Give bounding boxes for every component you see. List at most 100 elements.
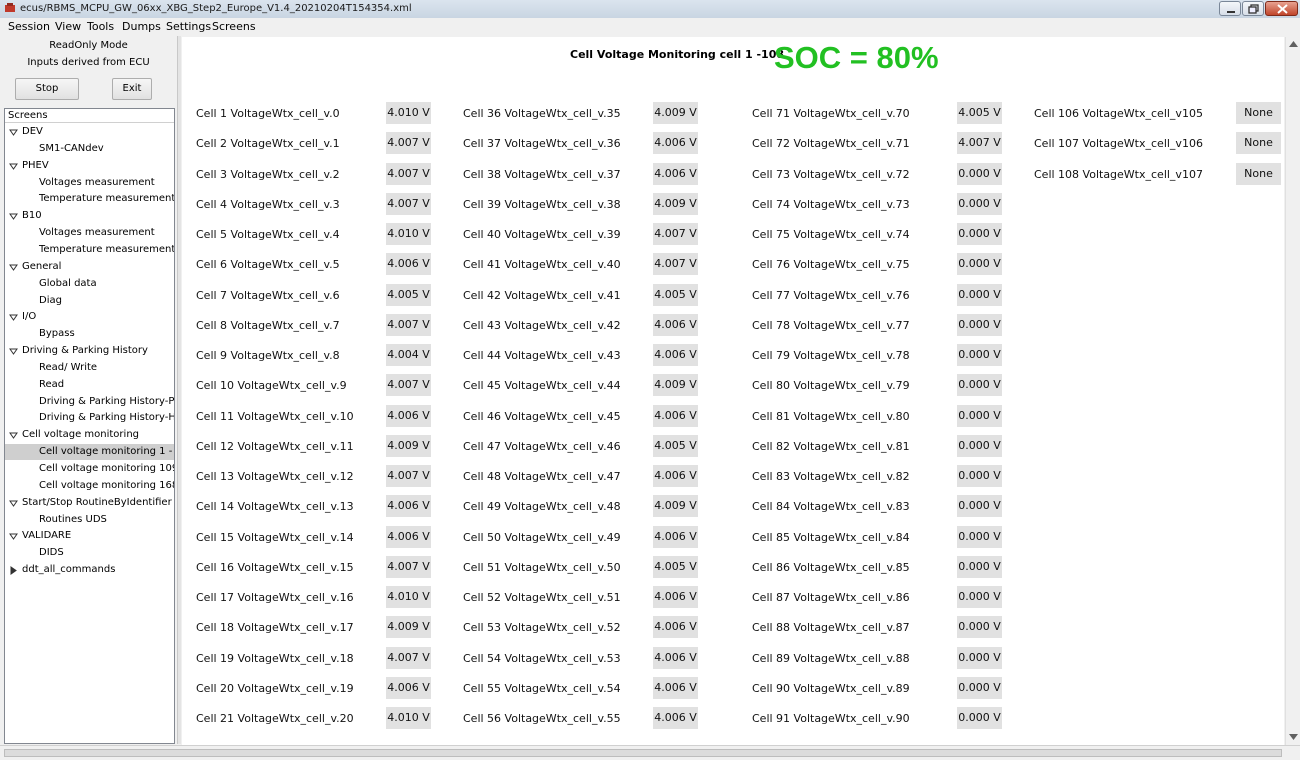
expand-arrow-icon[interactable]	[9, 128, 18, 137]
tree-item[interactable]: Routines UDS	[5, 512, 174, 528]
tree-item[interactable]: Voltages measurement	[5, 225, 174, 241]
minimize-button[interactable]	[1219, 1, 1241, 16]
tree-item-label: Global data	[39, 277, 97, 289]
cell-label: Cell 11 VoltageWtx_cell_v.10	[196, 409, 354, 423]
cell-label: Cell 46 VoltageWtx_cell_v.45	[463, 409, 621, 423]
tree-item-label: Cell voltage monitoring	[22, 429, 140, 441]
tree-item[interactable]: Global data	[5, 276, 174, 292]
tree-item-label: Voltages measurement	[39, 176, 155, 188]
cell-label: Cell 20 VoltageWtx_cell_v.19	[196, 681, 354, 695]
cell-label: Cell 42 VoltageWtx_cell_v.41	[463, 288, 621, 302]
tree-group[interactable]: DEV	[5, 124, 174, 140]
horizontal-scrollbar[interactable]	[0, 745, 1300, 760]
maximize-button[interactable]	[1242, 1, 1264, 16]
cell-label: Cell 4 VoltageWtx_cell_v.3	[196, 197, 340, 211]
control-panel: ReadOnly Mode Inputs derived from ECU St…	[3, 36, 174, 108]
window-title: ecus/RBMS_MCPU_GW_06xx_XBG_Step2_Europe_…	[20, 3, 412, 14]
tree-group[interactable]: Start/Stop RoutineByIdentifier ($31)	[5, 495, 174, 511]
cell-label: Cell 53 VoltageWtx_cell_v.52	[463, 621, 621, 635]
menu-screens[interactable]: Screens	[212, 20, 256, 33]
cell-voltage-value: 4.005 V	[652, 554, 699, 579]
tree-item[interactable]: Voltages measurement	[5, 175, 174, 191]
tree-item[interactable]: Driving & Parking History-PHEV	[5, 394, 174, 410]
cell-voltage-value: 0.000 V	[956, 191, 1003, 216]
tree-item[interactable]: Cell voltage monitoring 1 - 108	[5, 444, 174, 461]
cell-label: Cell 55 VoltageWtx_cell_v.54	[463, 681, 621, 695]
screens-tree: Screens DEV SM1-CANdev PHEV Voltages measur…	[4, 108, 175, 744]
tree-item[interactable]: Temperature measurement	[5, 191, 174, 207]
cell-voltage-value: 4.007 V	[385, 645, 432, 670]
cell-label: Cell 77 VoltageWtx_cell_v.76	[752, 288, 910, 302]
tree-group[interactable]: B10	[5, 208, 174, 224]
cell-voltage-value: 4.010 V	[385, 585, 432, 609]
tree-group[interactable]: PHEV	[5, 158, 174, 174]
cell-label: Cell 2 VoltageWtx_cell_v.1	[196, 137, 340, 151]
tree-group[interactable]: I/O	[5, 309, 174, 325]
cell-voltage-value: 4.006 V	[652, 403, 699, 428]
expand-arrow-icon[interactable]	[9, 347, 18, 356]
app-icon	[5, 3, 15, 12]
cell-label: Cell 50 VoltageWtx_cell_v.49	[463, 530, 621, 544]
cell-label: Cell 78 VoltageWtx_cell_v.77	[752, 318, 910, 332]
tree-item[interactable]: Cell voltage monitoring 109 - 167	[5, 461, 174, 477]
cell-label: Cell 41 VoltageWtx_cell_v.40	[463, 258, 621, 272]
tree-group[interactable]: VALIDARE	[5, 528, 174, 544]
tree-group[interactable]: ddt_all_commands	[5, 562, 174, 578]
scroll-down-icon[interactable]	[1289, 734, 1298, 740]
expand-arrow-icon[interactable]	[9, 162, 18, 171]
tree-item[interactable]: Read/ Write	[5, 360, 174, 376]
tree-group[interactable]: Driving & Parking History	[5, 343, 174, 359]
expand-arrow-icon[interactable]	[9, 532, 18, 541]
collapse-arrow-icon[interactable]	[9, 566, 18, 576]
menu-view[interactable]: View	[55, 20, 81, 33]
tree-item[interactable]: Diag	[5, 293, 174, 309]
vertical-scrollbar[interactable]	[1285, 37, 1300, 745]
cell-label: Cell 82 VoltageWtx_cell_v.81	[752, 439, 910, 453]
tree-item[interactable]: Bypass	[5, 326, 174, 342]
cell-voltage-value: 4.009 V	[652, 373, 699, 398]
scroll-up-icon[interactable]	[1289, 41, 1298, 47]
cell-voltage-value: 4.007 V	[385, 191, 432, 216]
cell-label: Cell 91 VoltageWtx_cell_v.90	[752, 712, 910, 725]
tree-item[interactable]: Driving & Parking History-HEV	[5, 410, 174, 426]
expand-arrow-icon[interactable]	[9, 263, 18, 272]
soc-annotation: SOC = 80%	[774, 40, 939, 75]
cell-label: Cell 73 VoltageWtx_cell_v.72	[752, 167, 910, 181]
cell-label: Cell 38 VoltageWtx_cell_v.37	[463, 167, 621, 181]
expand-arrow-icon[interactable]	[9, 313, 18, 322]
expand-arrow-icon[interactable]	[9, 431, 18, 440]
expand-arrow-icon[interactable]	[9, 499, 18, 508]
stop-button[interactable]: Stop	[15, 78, 79, 100]
expand-arrow-icon[interactable]	[9, 212, 18, 221]
cell-voltage-value: 4.006 V	[385, 252, 432, 277]
scroll-thumb[interactable]	[4, 749, 1282, 757]
cell-voltage-value: 4.009 V	[385, 615, 432, 640]
menu-session[interactable]: Session	[8, 20, 50, 33]
tree-item[interactable]: Cell voltage monitoring 168 - 216	[5, 478, 174, 494]
cell-voltage-value: 4.006 V	[385, 403, 432, 428]
menu-tools[interactable]: Tools	[87, 20, 114, 33]
menu-dumps[interactable]: Dumps	[122, 20, 161, 33]
cell-voltage-value: 0.000 V	[956, 252, 1003, 277]
cell-voltage-value: 4.009 V	[385, 433, 432, 458]
tree-item[interactable]: DIDS	[5, 545, 174, 561]
tree-item[interactable]: Read	[5, 377, 174, 393]
cell-voltage-value: 0.000 V	[956, 554, 1003, 579]
tree-group[interactable]: Cell voltage monitoring	[5, 427, 174, 443]
cell-voltage-value: 0.000 V	[956, 524, 1003, 549]
close-button[interactable]	[1265, 1, 1298, 16]
tree-item-label: Driving & Parking History-PHEV	[39, 395, 175, 407]
readonly-mode-label: ReadOnly Mode	[49, 40, 128, 51]
cell-voltage-value: 4.006 V	[385, 494, 432, 519]
exit-button[interactable]: Exit	[112, 78, 152, 100]
cell-voltage-value: 0.000 V	[956, 494, 1003, 519]
panel-splitter[interactable]	[177, 36, 181, 744]
cell-voltage-value: 0.000 V	[956, 343, 1003, 367]
tree-item-label: B10	[22, 210, 42, 222]
tree-item[interactable]: SM1-CANdev	[5, 141, 174, 157]
tree-item-label: DIDS	[39, 547, 64, 559]
menu-settings[interactable]: Settings	[166, 20, 211, 33]
tree-group[interactable]: General	[5, 259, 174, 275]
tree-item[interactable]: Temperature measurement	[5, 242, 174, 258]
cell-voltage-value: 4.006 V	[652, 645, 699, 670]
